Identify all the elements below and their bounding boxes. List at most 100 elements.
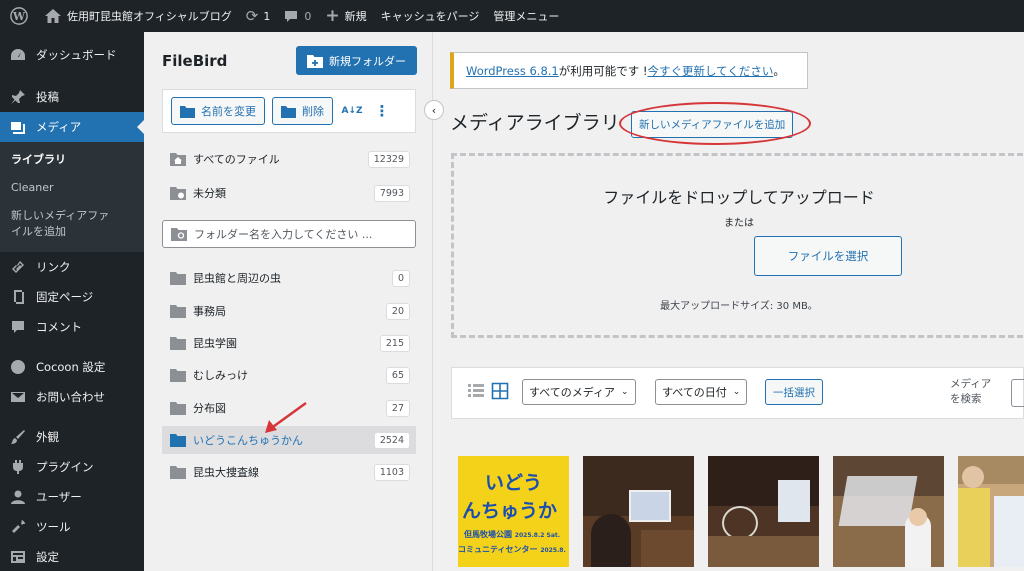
site-name-link[interactable]: 佐用町昆虫館オフィシャルブログ [38, 0, 239, 32]
media-thumbnail[interactable] [958, 456, 1024, 567]
settings-icon [9, 548, 27, 566]
submenu-library[interactable]: ライブラリ [0, 148, 144, 172]
drop-title: ファイルをドロップしてアップロード [603, 188, 875, 207]
bulk-select-button[interactable]: 一括選択 [765, 379, 823, 405]
list-view-icon[interactable] [467, 382, 485, 400]
comments-link[interactable]: 0 [277, 0, 318, 32]
poster-line3: 但馬牧場公園 [464, 530, 512, 539]
delete-button[interactable]: 削除 [272, 97, 333, 125]
admin-menu-link[interactable]: 管理メニュー [486, 0, 566, 32]
folder-count: 215 [379, 334, 410, 352]
submenu-cleaner[interactable]: Cleaner [0, 176, 144, 200]
new-content-link[interactable]: + 新規 [318, 0, 373, 32]
folder-label: 昆虫大捜査線 [193, 466, 259, 479]
media-thumbnail[interactable] [833, 456, 944, 567]
uncategorized-folder-icon [170, 187, 186, 200]
folder-search-icon [171, 228, 187, 241]
sidebar-item-label: ユーザー [36, 490, 82, 504]
folder-icon [170, 369, 186, 382]
media-type-select[interactable]: すべてのメディア ⌄ [522, 379, 636, 405]
sidebar-item-media[interactable]: メディア [0, 112, 144, 142]
folder-item[interactable]: 昆虫館と周辺の虫 0 [162, 264, 416, 292]
media-icon [9, 118, 27, 136]
brush-icon [9, 428, 27, 446]
sidebar-item-users[interactable]: ユーザー [0, 482, 144, 512]
sidebar-item-pages[interactable]: 固定ページ [0, 282, 144, 312]
notice-text: が利用可能です ! [558, 63, 648, 78]
poster-line2: んちゅうか [462, 500, 558, 522]
poster-line1: いどう [484, 472, 542, 494]
grid-view-icon[interactable] [491, 382, 509, 400]
folder-plus-icon [307, 54, 323, 68]
sidebar-item-settings[interactable]: 設定 [0, 542, 144, 571]
folder-icon [170, 402, 186, 415]
submenu-add-new-media[interactable]: 新しいメディアファイルを追加 [0, 204, 130, 244]
folder-label: 未分類 [193, 187, 226, 200]
folder-search-input[interactable]: フォルダー名を入力してください ... [162, 220, 416, 248]
update-notice: WordPress 6.8.1 が利用可能です ! 今すぐ更新してください 。 [450, 52, 808, 89]
folder-item[interactable]: 昆虫大捜査線 1103 [162, 458, 416, 486]
sidebar-item-plugins[interactable]: プラグイン [0, 452, 144, 482]
folder-uncategorized[interactable]: 未分類 7993 [162, 179, 416, 207]
sidebar-item-label: 固定ページ [36, 290, 94, 304]
page-title: メディアライブラリ [450, 112, 620, 134]
purge-cache-link[interactable]: キャッシュをパージ [374, 0, 487, 32]
media-filter-bar: すべてのメディア ⌄ すべての日付 ⌄ 一括選択 メディア を検索 [451, 367, 1024, 419]
sidebar-item-label: 投稿 [36, 90, 59, 104]
date-select[interactable]: すべての日付 ⌄ [655, 379, 748, 405]
sidebar-item-dashboard[interactable]: ダッシュボード [0, 40, 144, 70]
sort-icon[interactable]: A↓Z [340, 97, 364, 125]
media-library-main: WordPress 6.8.1 が利用可能です ! 今すぐ更新してください 。 … [434, 32, 1024, 571]
sidebar-item-label: ダッシュボード [36, 48, 117, 62]
folder-label: 事務局 [193, 305, 226, 318]
select-files-button[interactable]: ファイルを選択 [754, 236, 902, 276]
rename-button[interactable]: 名前を変更 [171, 97, 265, 125]
sidebar-item-posts[interactable]: 投稿 [0, 82, 144, 112]
plus-icon: + [325, 6, 340, 26]
media-search-label: メディア を検索 [950, 377, 991, 407]
media-thumbnail[interactable] [583, 456, 694, 567]
page-icon [9, 288, 27, 306]
admin-bar: W 佐用町昆虫館オフィシャルブログ ⟳ 1 0 + 新規 キャッシュをパージ 管… [0, 0, 1024, 32]
svg-text:W: W [12, 10, 26, 23]
annotation-arrow [265, 401, 307, 433]
folder-count: 1103 [373, 463, 410, 481]
folder-item[interactable]: 事務局 20 [162, 297, 416, 325]
update-now-link[interactable]: 今すぐ更新してください [648, 63, 774, 79]
folder-item[interactable]: むしみっけ 65 [162, 361, 416, 389]
media-thumbnail[interactable] [708, 456, 819, 567]
media-thumbnail[interactable]: いどう んちゅうか 但馬牧場公園 2025.8.2 Sat. コミュニティセンタ… [458, 456, 569, 567]
sidebar-item-links[interactable]: リンク [0, 252, 144, 282]
chevron-down-icon: ⌄ [621, 387, 629, 397]
media-search-input[interactable] [1011, 379, 1024, 407]
sidebar-item-label: コメント [36, 320, 82, 334]
folder-count: 12329 [367, 150, 410, 168]
folder-icon [170, 337, 186, 350]
wordpress-logo-icon[interactable]: W [0, 0, 38, 32]
wordpress-version-link[interactable]: WordPress 6.8.1 [466, 64, 559, 78]
more-options-icon[interactable]: ⋮ [371, 97, 393, 125]
folder-item[interactable]: 昆虫学園 215 [162, 329, 416, 357]
sidebar-item-contact[interactable]: お問い合わせ [0, 382, 144, 412]
folder-icon [170, 434, 186, 447]
folder-all-files[interactable]: すべてのファイル 12329 [162, 145, 416, 173]
sidebar-item-cocoon[interactable]: Cocoon 設定 [0, 352, 144, 382]
folder-count: 27 [385, 399, 410, 417]
folder-label: 昆虫学園 [193, 337, 237, 350]
sidebar-item-label: メディア [36, 120, 82, 134]
upload-drop-zone[interactable]: ファイルをドロップしてアップロード または ファイルを選択 最大アップロードサイ… [451, 153, 1024, 338]
folder-icon [170, 305, 186, 318]
updates-link[interactable]: ⟳ 1 [239, 0, 278, 32]
collapse-panel-icon[interactable]: ‹ [424, 100, 444, 120]
sidebar-item-label: お問い合わせ [36, 390, 105, 404]
folder-delete-icon [281, 105, 296, 118]
folder-count: 2524 [373, 431, 410, 449]
sidebar-item-tools[interactable]: ツール [0, 512, 144, 542]
site-name: 佐用町昆虫館オフィシャルブログ [67, 10, 232, 23]
sidebar-item-comments[interactable]: コメント [0, 312, 144, 342]
link-icon [9, 258, 27, 276]
sidebar-item-label: ツール [36, 520, 71, 534]
sidebar-item-appearance[interactable]: 外観 [0, 422, 144, 452]
drop-or: または [724, 218, 754, 229]
new-folder-button[interactable]: 新規フォルダー [296, 46, 417, 75]
